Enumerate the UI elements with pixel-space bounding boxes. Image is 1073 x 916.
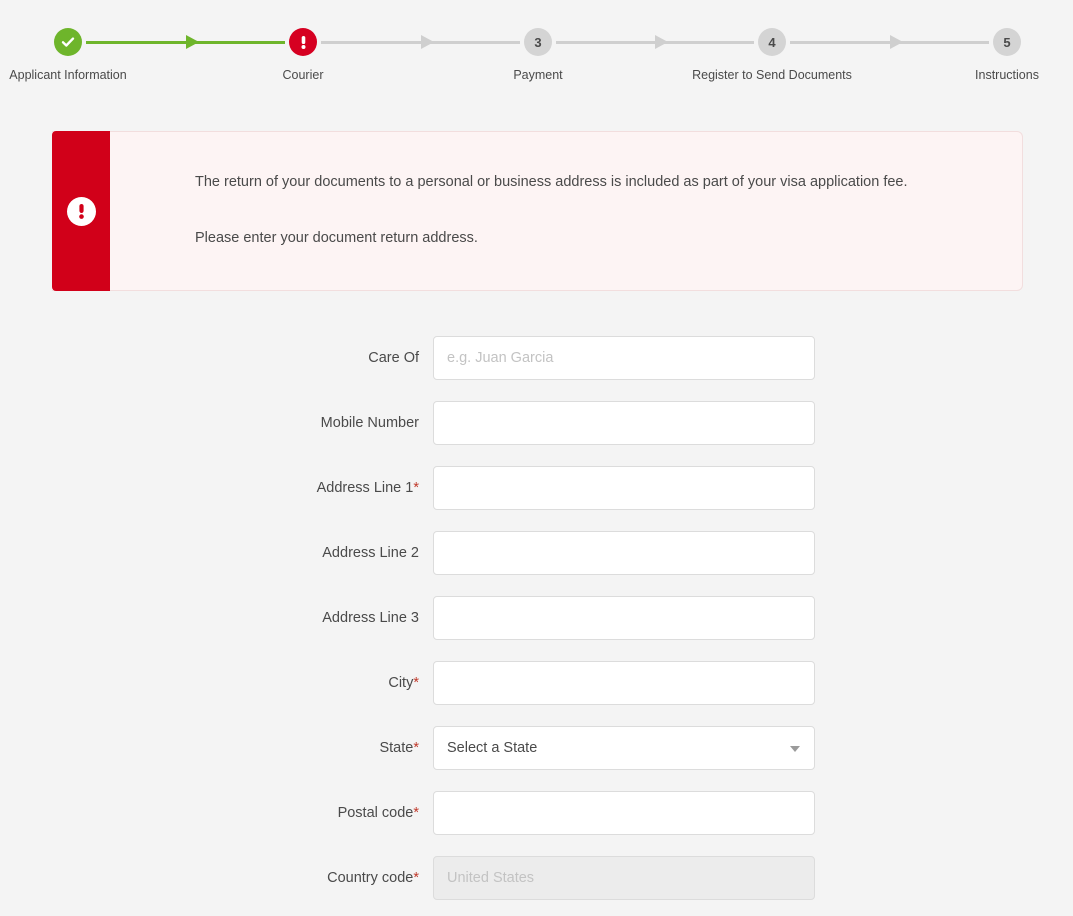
field-label: Mobile Number (0, 415, 433, 431)
field-row: Postal code* (0, 780, 1073, 845)
field-label-text: Address Line 1 (316, 479, 414, 496)
stepper-step-label: Register to Send Documents (692, 68, 852, 82)
field-control (433, 335, 815, 380)
field-label-text: State (379, 739, 414, 756)
field-control (433, 595, 815, 640)
field-label: Address Line 2 (0, 545, 433, 561)
field-control: Select a State (433, 725, 815, 770)
field-label: Address Line 1* (0, 480, 433, 496)
exclamation-icon (66, 196, 96, 226)
required-marker: * (413, 479, 419, 496)
field-label-text: Postal code (337, 804, 414, 821)
field-control (433, 465, 815, 510)
field-row: Address Line 1* (0, 455, 1073, 520)
connector-arrow-icon (186, 35, 199, 49)
alert-line-2: Please enter your document return addres… (195, 230, 478, 246)
field-control (433, 530, 815, 575)
field-label: Country code* (0, 870, 433, 886)
field-control (433, 660, 815, 705)
step-number: 5 (993, 28, 1021, 56)
field-row: Country code* (0, 845, 1073, 910)
text-input[interactable] (433, 595, 815, 640)
field-label: Address Line 3 (0, 610, 433, 626)
field-row: Mobile Number (0, 390, 1073, 455)
alert-line-1: The return of your documents to a person… (195, 174, 908, 190)
field-control (433, 855, 815, 900)
field-label: State* (0, 740, 433, 756)
field-control (433, 400, 815, 445)
field-label-text: Address Line 2 (322, 544, 419, 561)
connector-arrow-icon (890, 35, 903, 49)
field-label-text: Care Of (368, 349, 419, 366)
alert-body: The return of your documents to a person… (110, 132, 908, 290)
stepper-step-1[interactable]: Applicant Information (0, 28, 168, 82)
text-input[interactable] (433, 660, 815, 705)
field-label: Postal code* (0, 805, 433, 821)
stepper-step-5[interactable]: 5 Instructions (907, 28, 1073, 82)
stepper-step-label: Courier (282, 68, 324, 82)
field-label-text: Mobile Number (320, 414, 419, 431)
field-row: Care Of (0, 325, 1073, 390)
field-row: Address Line 2 (0, 520, 1073, 585)
text-input (433, 855, 815, 900)
stepper-step-label: Instructions (975, 68, 1039, 82)
field-row: City* (0, 650, 1073, 715)
stepper-step-label: Payment (513, 68, 563, 82)
field-label: Care Of (0, 350, 433, 366)
info-alert: The return of your documents to a person… (52, 131, 1023, 291)
required-marker: * (413, 869, 419, 886)
check-icon (54, 28, 82, 56)
select-value: Select a State (447, 739, 538, 756)
stepper-step-3[interactable]: 3 Payment (438, 28, 638, 82)
text-input[interactable] (433, 790, 815, 835)
field-label-text: Address Line 3 (322, 609, 419, 626)
required-marker: * (413, 739, 419, 756)
text-input[interactable] (433, 530, 815, 575)
state-select[interactable]: Select a State (433, 725, 815, 770)
step-number: 4 (758, 28, 786, 56)
field-label-text: Country code (327, 869, 414, 886)
required-marker: * (413, 674, 419, 691)
exclamation-icon (289, 28, 317, 56)
stepper-track: Applicant Information Courier 3 Payment 4 Reg… (0, 0, 1073, 100)
stepper-connector (321, 35, 520, 49)
connector-arrow-icon (655, 35, 668, 49)
field-label: City* (0, 675, 433, 691)
stepper-connector (556, 35, 754, 49)
field-label-text: City (388, 674, 414, 691)
stepper-connector (790, 35, 989, 49)
stepper-connector (86, 35, 285, 49)
field-row: State* Select a State (0, 715, 1073, 780)
stepper-step-label: Applicant Information (9, 68, 127, 82)
text-input[interactable] (433, 335, 815, 380)
step-number: 3 (524, 28, 552, 56)
connector-arrow-icon (421, 35, 434, 49)
field-control (433, 790, 815, 835)
progress-stepper: Applicant Information Courier 3 Payment 4 Reg… (0, 0, 1073, 100)
chevron-down-icon (790, 745, 800, 752)
field-row: Address Line 3 (0, 585, 1073, 650)
text-input[interactable] (433, 400, 815, 445)
alert-accent-bar (52, 131, 110, 291)
document-return-address-form: Care OfMobile NumberAddress Line 1*Addre… (0, 325, 1073, 910)
required-marker: * (413, 804, 419, 821)
stepper-step-4[interactable]: 4 Register to Send Documents (672, 28, 872, 82)
text-input[interactable] (433, 465, 815, 510)
stepper-step-2[interactable]: Courier (203, 28, 403, 82)
